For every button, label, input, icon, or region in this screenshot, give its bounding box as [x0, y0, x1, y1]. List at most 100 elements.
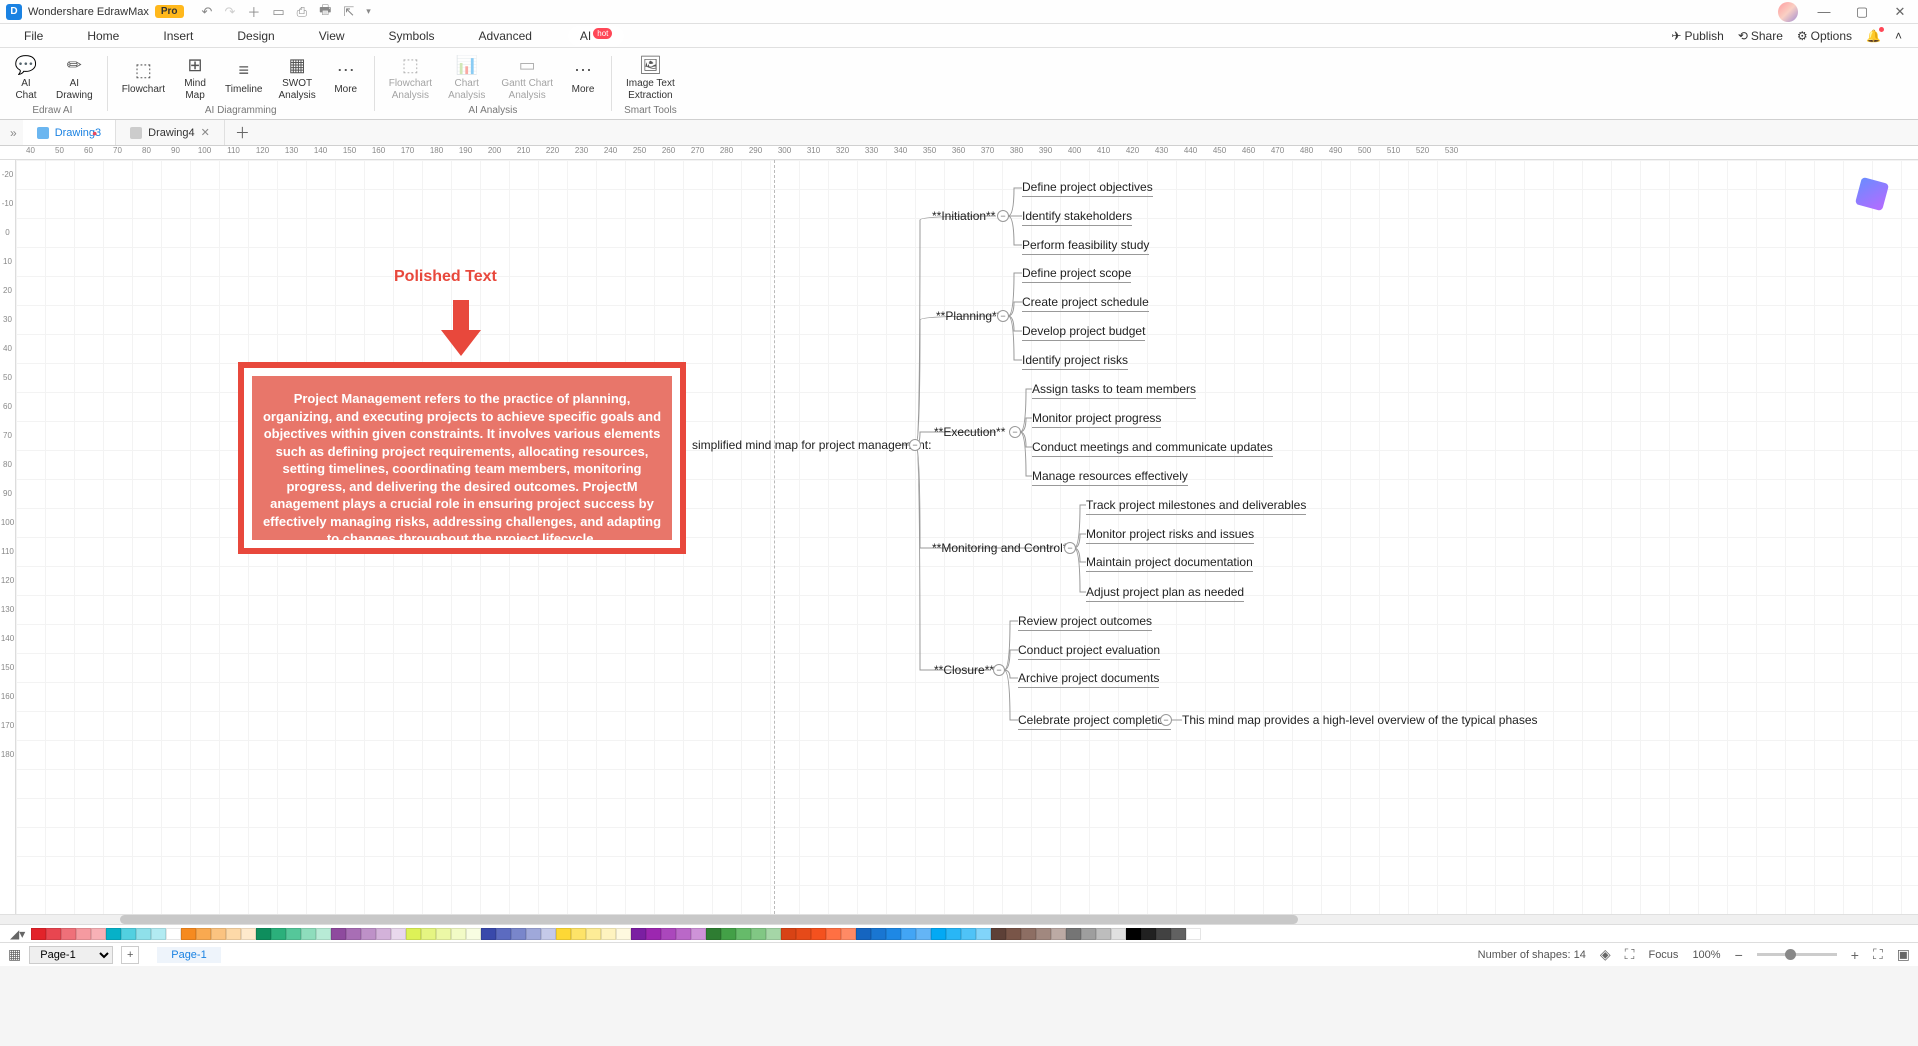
color-swatch[interactable] — [391, 928, 406, 940]
color-swatch[interactable] — [271, 928, 286, 940]
new-button[interactable]: ＋ — [247, 2, 260, 21]
menu-home[interactable]: Home — [79, 26, 127, 46]
page-select[interactable]: Page-1 — [29, 946, 113, 964]
timeline-button[interactable]: ≡Timeline — [217, 56, 270, 100]
color-swatch[interactable] — [751, 928, 766, 940]
color-swatch[interactable] — [61, 928, 76, 940]
mindmap-toggle[interactable]: − — [993, 664, 1005, 676]
zoom-slider[interactable] — [1757, 953, 1837, 956]
color-swatch[interactable] — [616, 928, 631, 940]
mindmap-leaf[interactable]: This mind map provides a high-level over… — [1182, 713, 1538, 729]
mindmap-leaf[interactable]: Manage resources effectively — [1032, 469, 1188, 486]
polished-text-title[interactable]: Polished Text — [394, 268, 497, 286]
mindmap-leaf[interactable]: Identify project risks — [1022, 353, 1128, 370]
menu-ai[interactable]: AIhot — [568, 26, 624, 46]
color-swatch[interactable] — [151, 928, 166, 940]
color-swatch[interactable] — [841, 928, 856, 940]
color-swatch[interactable] — [1156, 928, 1171, 940]
add-page-button[interactable]: + — [121, 946, 139, 964]
qat-more-button[interactable]: ▾ — [366, 6, 371, 17]
zoom-out-button[interactable]: − — [1735, 947, 1743, 963]
color-swatch[interactable] — [481, 928, 496, 940]
color-swatch[interactable] — [721, 928, 736, 940]
color-swatch[interactable] — [1186, 928, 1201, 940]
color-swatch[interactable] — [166, 928, 181, 940]
doc-tab-drawing4[interactable]: Drawing4 ✕ — [116, 120, 225, 145]
chart-analysis-button[interactable]: 📊ChartAnalysis — [440, 50, 493, 105]
redo-button[interactable]: ↷ — [224, 4, 235, 20]
menu-advanced[interactable]: Advanced — [471, 26, 540, 46]
color-swatch[interactable] — [76, 928, 91, 940]
color-swatch[interactable] — [241, 928, 256, 940]
color-swatch[interactable] — [46, 928, 61, 940]
mindmap-leaf[interactable]: Maintain project documentation — [1086, 555, 1253, 572]
close-button[interactable]: ✕ — [1888, 4, 1912, 20]
mindmap-leaf[interactable]: Conduct project evaluation — [1018, 643, 1160, 660]
color-swatch[interactable] — [886, 928, 901, 940]
image-text-extraction-button[interactable]: 🖼Image TextExtraction — [618, 50, 683, 105]
color-swatch[interactable] — [181, 928, 196, 940]
maximize-button[interactable]: ▢ — [1850, 4, 1874, 20]
color-swatch[interactable] — [916, 928, 931, 940]
undo-button[interactable]: ↶ — [202, 4, 213, 20]
mindmap-leaf[interactable]: Adjust project plan as needed — [1086, 585, 1244, 602]
mindmap-leaf[interactable]: Define project objectives — [1022, 180, 1153, 197]
mindmap-toggle[interactable]: − — [909, 439, 921, 451]
menu-file[interactable]: File — [16, 26, 51, 46]
color-swatch[interactable] — [196, 928, 211, 940]
color-swatch[interactable] — [661, 928, 676, 940]
color-swatch[interactable] — [346, 928, 361, 940]
menu-view[interactable]: View — [311, 26, 353, 46]
mindmap-toggle[interactable]: − — [1064, 542, 1076, 554]
color-swatch[interactable] — [871, 928, 886, 940]
color-swatch[interactable] — [466, 928, 481, 940]
arrow-down-shape[interactable] — [441, 300, 481, 361]
options-button[interactable]: ⚙ Options — [1797, 29, 1852, 43]
mindmap-leaf[interactable]: Develop project budget — [1022, 324, 1145, 341]
open-button[interactable]: ▭ — [272, 4, 284, 20]
color-swatch[interactable] — [976, 928, 991, 940]
color-swatch[interactable] — [106, 928, 121, 940]
color-swatch[interactable] — [901, 928, 916, 940]
menu-symbols[interactable]: Symbols — [381, 26, 443, 46]
color-swatch[interactable] — [436, 928, 451, 940]
mindmap-leaf[interactable]: Define project scope — [1022, 266, 1131, 283]
color-swatch[interactable] — [406, 928, 421, 940]
color-swatch[interactable] — [511, 928, 526, 940]
mindmap-branch-closure[interactable]: **Closure** — [934, 663, 994, 677]
ai-analysis-more-button[interactable]: ⋯More — [561, 56, 605, 100]
color-swatch[interactable] — [451, 928, 466, 940]
mindmap-root[interactable]: simplified mind map for project manageme… — [692, 438, 931, 452]
fit-page-button[interactable]: ⛶ — [1873, 946, 1883, 963]
color-swatch[interactable] — [1126, 928, 1141, 940]
menu-design[interactable]: Design — [229, 26, 282, 46]
color-swatch[interactable] — [691, 928, 706, 940]
mindmap-leaf[interactable]: Track project milestones and deliverable… — [1086, 498, 1306, 515]
mindmap-leaf[interactable]: Create project schedule — [1022, 295, 1149, 312]
color-swatch[interactable] — [256, 928, 271, 940]
text-box-shape[interactable]: Project Management refers to the practic… — [238, 362, 686, 554]
mindmap-leaf[interactable]: Identify stakeholders — [1022, 209, 1132, 226]
color-swatch[interactable] — [421, 928, 436, 940]
focus-label[interactable]: Focus — [1648, 949, 1678, 961]
focus-mode-icon[interactable]: ⛶ — [1625, 946, 1635, 963]
color-swatch[interactable] — [211, 928, 226, 940]
color-swatch[interactable] — [766, 928, 781, 940]
color-swatch[interactable] — [1006, 928, 1021, 940]
print-button[interactable]: 🖶 — [319, 1, 331, 23]
color-swatch[interactable] — [991, 928, 1006, 940]
color-swatch[interactable] — [736, 928, 751, 940]
doc-tab-drawing3[interactable]: Drawing3 • — [23, 120, 116, 145]
color-swatch[interactable] — [1096, 928, 1111, 940]
collapse-ribbon-button[interactable]: ˄ — [1895, 29, 1902, 43]
color-swatch[interactable] — [361, 928, 376, 940]
swot-button[interactable]: ▦SWOTAnalysis — [270, 50, 323, 105]
mindmap-leaf[interactable]: Celebrate project completion — [1018, 713, 1171, 730]
mindmap-toggle[interactable]: − — [997, 210, 1009, 222]
color-swatch[interactable] — [31, 928, 46, 940]
minimize-button[interactable]: ― — [1812, 4, 1836, 19]
mindmap-leaf[interactable]: Monitor project progress — [1032, 411, 1161, 428]
publish-button[interactable]: ✈ Publish — [1671, 29, 1723, 43]
color-swatch[interactable] — [601, 928, 616, 940]
mindmap-toggle[interactable]: − — [997, 310, 1009, 322]
